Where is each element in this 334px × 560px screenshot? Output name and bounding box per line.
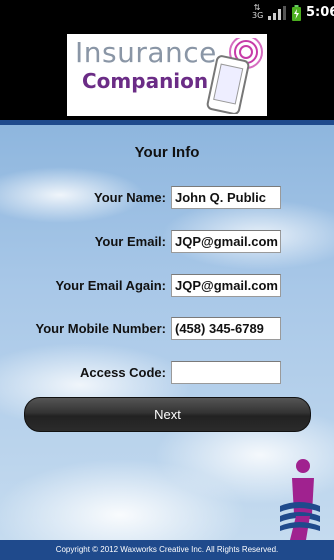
mobile-row: Your Mobile Number: (458) 345-6789 [0,317,334,341]
email-row: Your Email: JQP@gmail.com [0,230,334,254]
access-code-row: Access Code: [0,361,334,385]
copyright-footer: Copyright © 2012 Waxworks Creative Inc. … [0,540,334,560]
logo-text-line1: Insurance [75,36,217,69]
email-label: Your Email: [94,234,166,249]
email-again-row: Your Email Again: JQP@gmail.com [0,274,334,298]
next-button[interactable]: Next [24,397,311,432]
access-code-field[interactable] [171,361,281,384]
email-again-field[interactable]: JQP@gmail.com [171,274,281,297]
phone-signal-icon [206,38,263,114]
insurance-companion-logo: Insurance Companion [67,34,267,116]
page-title: Your Info [134,144,200,161]
mobile-label: Your Mobile Number: [35,321,166,336]
network-3g-indicator: ⇅ 3G [252,3,264,20]
email-field[interactable]: JQP@gmail.com [171,230,281,253]
status-time: 5:06 [306,5,334,20]
status-bar: ⇅ 3G 5:06 [0,0,334,25]
signal-strength-icon [268,6,286,20]
name-field[interactable]: John Q. Public [171,186,281,209]
app-header: Insurance Companion [0,25,334,120]
name-row: Your Name: John Q. Public [0,186,334,210]
logo-text-line2: Companion [82,69,209,93]
battery-charging-icon [292,5,301,21]
main-content: Your Info Your Name: John Q. Public Your… [0,120,334,540]
name-label: Your Name: [94,190,166,205]
access-code-label: Access Code: [80,365,166,380]
mobile-field[interactable]: (458) 345-6789 [171,317,281,340]
waxworks-logo-icon [280,459,320,540]
email-again-label: Your Email Again: [55,278,166,293]
